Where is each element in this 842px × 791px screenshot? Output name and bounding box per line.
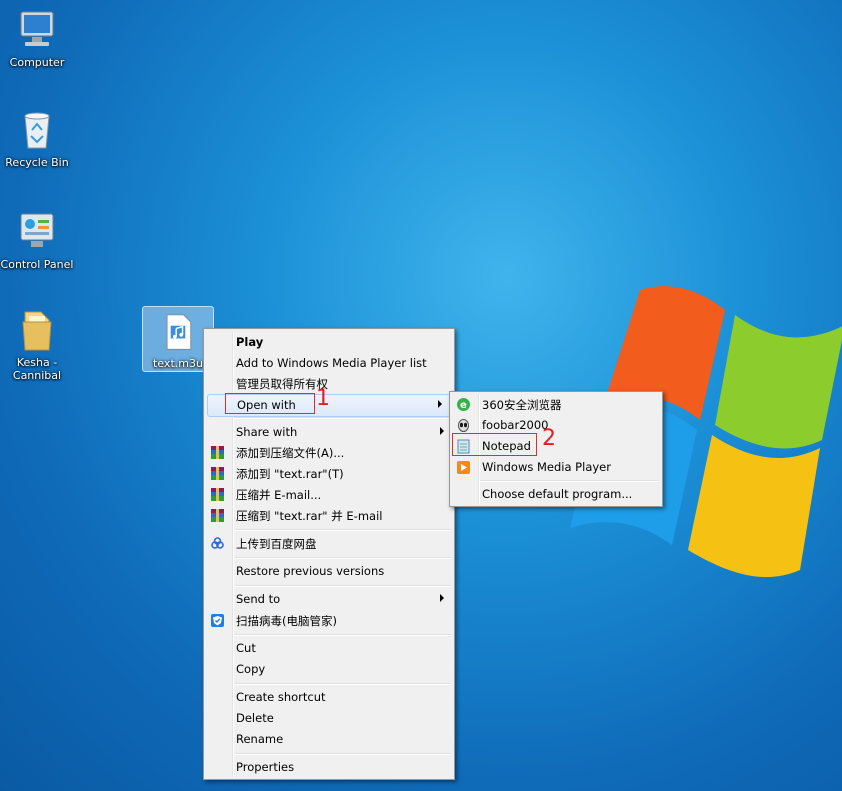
annotation-step-2: 2	[542, 426, 556, 451]
annotation-box-notepad	[452, 433, 537, 456]
winrar-icon	[210, 508, 225, 523]
desktop-icon-label: Computer	[9, 56, 65, 69]
menu-item-label: Share with	[236, 425, 298, 439]
winrar-icon	[210, 487, 225, 502]
media-player-icon	[456, 460, 471, 475]
submenu-item-360-browser[interactable]: e 360安全浏览器	[452, 394, 660, 415]
menu-item-label: Add to Windows Media Player list	[236, 356, 427, 370]
menu-item-compress-and-email[interactable]: 压缩并 E-mail...	[206, 484, 452, 505]
winrar-icon	[210, 445, 225, 460]
menu-item-share-with[interactable]: Share with	[206, 422, 452, 443]
360-browser-icon: e	[456, 397, 471, 412]
computer-icon	[15, 8, 59, 52]
baidu-cloud-icon	[210, 536, 225, 551]
menu-item-label: 压缩并 E-mail...	[236, 488, 322, 502]
menu-item-create-shortcut[interactable]: Create shortcut	[206, 687, 452, 708]
menu-item-cut[interactable]: Cut	[206, 638, 452, 659]
foobar-icon	[456, 418, 471, 433]
folder-icon	[15, 308, 59, 352]
menu-item-label: 管理员取得所有权	[236, 377, 328, 391]
submenu-arrow-icon	[440, 427, 444, 435]
annotation-box-open-with	[225, 393, 315, 414]
desktop-icon-label: Control Panel	[0, 258, 74, 271]
menu-item-properties[interactable]: Properties	[206, 757, 452, 778]
recycle-bin-icon	[15, 108, 59, 152]
menu-item-delete[interactable]: Delete	[206, 708, 452, 729]
menu-separator	[234, 683, 451, 685]
menu-item-label: Send to	[236, 592, 281, 606]
menu-item-upload-baidu[interactable]: 上传到百度网盘	[206, 533, 452, 554]
menu-item-label: Rename	[236, 732, 284, 746]
menu-separator	[234, 585, 451, 587]
menu-item-label: Restore previous versions	[236, 564, 385, 578]
menu-item-label: 扫描病毒(电脑管家)	[236, 614, 337, 628]
menu-item-label: 压缩到 "text.rar" 并 E-mail	[236, 509, 383, 523]
menu-item-copy[interactable]: Copy	[206, 659, 452, 680]
submenu-arrow-icon	[438, 400, 442, 408]
menu-separator	[234, 529, 451, 531]
menu-item-label: Delete	[236, 711, 274, 725]
menu-item-rename[interactable]: Rename	[206, 729, 452, 750]
menu-item-label: 添加到压缩文件(A)...	[236, 446, 345, 460]
menu-item-label: Copy	[236, 662, 266, 676]
menu-item-label: Play	[236, 335, 264, 349]
menu-item-add-to-text-rar[interactable]: 添加到 "text.rar"(T)	[206, 463, 452, 484]
menu-item-scan-virus[interactable]: 扫描病毒(电脑管家)	[206, 610, 452, 631]
submenu-item-choose-default-program[interactable]: Choose default program...	[452, 484, 660, 505]
menu-item-label: 添加到 "text.rar"(T)	[236, 467, 344, 481]
menu-item-label: Cut	[236, 641, 256, 655]
desktop-icon-label: Kesha - Cannibal	[12, 356, 62, 382]
menu-separator	[480, 480, 659, 482]
menu-item-add-to-archive[interactable]: 添加到压缩文件(A)...	[206, 442, 452, 463]
svg-text:e: e	[460, 400, 467, 411]
menu-separator	[234, 557, 451, 559]
winrar-icon	[210, 466, 225, 481]
submenu-arrow-icon	[440, 594, 444, 602]
menu-item-label: 360安全浏览器	[482, 398, 562, 412]
playlist-file-icon	[156, 313, 200, 357]
menu-item-add-to-wmp-list[interactable]: Add to Windows Media Player list	[206, 353, 452, 374]
annotation-step-1: 1	[316, 386, 330, 411]
menu-item-send-to[interactable]: Send to	[206, 589, 452, 610]
desktop-icon-control-panel[interactable]: Control Panel	[0, 210, 74, 271]
desktop-icon-folder[interactable]: Kesha - Cannibal	[0, 308, 74, 382]
menu-separator	[234, 417, 451, 419]
desktop-icon-label: Recycle Bin	[5, 156, 69, 169]
desktop-icon-recycle-bin[interactable]: Recycle Bin	[0, 108, 74, 169]
control-panel-icon	[15, 210, 59, 254]
menu-item-restore-previous-versions[interactable]: Restore previous versions	[206, 561, 452, 582]
menu-separator	[234, 753, 451, 755]
menu-item-label: Properties	[236, 760, 295, 774]
menu-item-label: 上传到百度网盘	[236, 537, 317, 551]
menu-item-label: Windows Media Player	[482, 460, 611, 474]
shield-icon	[210, 613, 225, 628]
menu-item-label: Create shortcut	[236, 690, 326, 704]
menu-item-label: Choose default program...	[482, 487, 633, 501]
menu-separator	[234, 634, 451, 636]
desktop-icon-computer[interactable]: Computer	[0, 8, 74, 69]
menu-item-play[interactable]: Play	[206, 332, 452, 353]
menu-item-label: foobar2000	[482, 418, 549, 432]
menu-item-compress-to-text-rar-email[interactable]: 压缩到 "text.rar" 并 E-mail	[206, 505, 452, 526]
submenu-item-windows-media-player[interactable]: Windows Media Player	[452, 457, 660, 478]
